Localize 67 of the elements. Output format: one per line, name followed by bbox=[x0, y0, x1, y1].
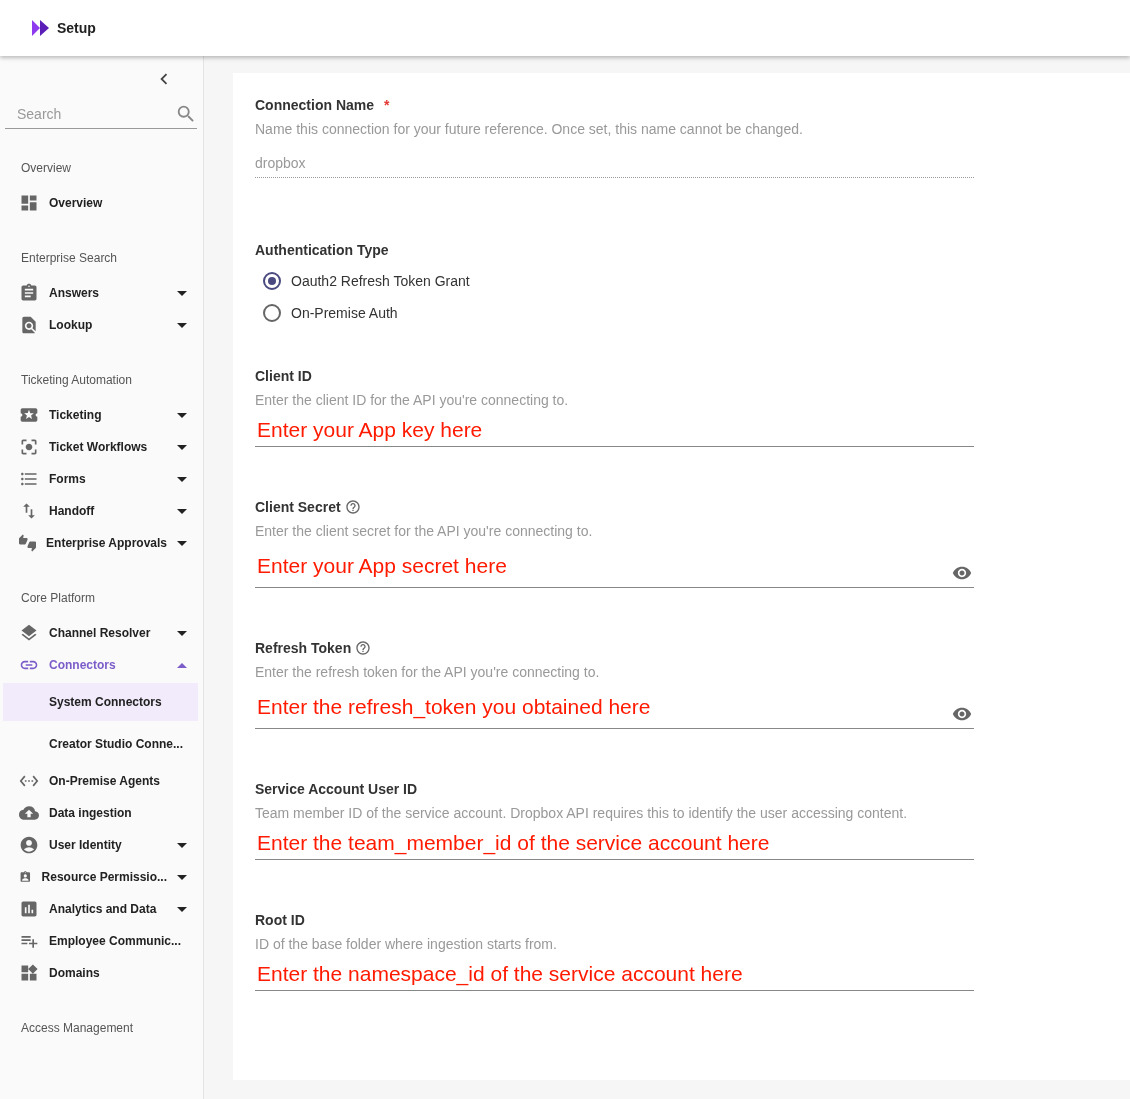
field-value: Enter the refresh_token you obtained here bbox=[257, 695, 652, 719]
nav-item[interactable]: Connectors bbox=[0, 649, 203, 681]
field-label: Authentication Type bbox=[255, 242, 389, 258]
nav-item[interactable]: Resource Permissio... bbox=[0, 861, 203, 893]
section-heading: Ticketing Automation bbox=[20, 372, 133, 389]
required-asterisk: * bbox=[384, 97, 390, 113]
thumbs-icon bbox=[19, 533, 37, 553]
field-value: Enter the namespace_id of the service account here bbox=[257, 962, 744, 986]
nav-item[interactable]: Data ingestion bbox=[0, 797, 203, 829]
help-icon[interactable] bbox=[344, 499, 361, 515]
field-label: Root ID bbox=[255, 912, 305, 928]
section-heading: Overview bbox=[20, 160, 72, 177]
nav-item[interactable]: Lookup bbox=[0, 309, 203, 341]
field-value: Enter your App secret here bbox=[257, 554, 508, 578]
dashboard-icon bbox=[19, 193, 39, 213]
nav-subitem[interactable]: System Connectors bbox=[3, 683, 198, 721]
section-heading: Access Management bbox=[20, 1020, 135, 1037]
nav-item[interactable]: On-Premise Agents bbox=[0, 765, 203, 797]
nav-item[interactable]: Analytics and Data bbox=[0, 893, 203, 925]
nav-item[interactable]: Channel Resolver bbox=[0, 617, 203, 649]
field-label: Refresh Token bbox=[255, 640, 352, 656]
nav-item[interactable]: Handoff bbox=[0, 495, 203, 527]
radio-button[interactable] bbox=[263, 272, 281, 290]
search-field[interactable]: Search bbox=[5, 105, 175, 123]
input-field[interactable]: Enter the namespace_id of the service account here bbox=[255, 952, 974, 991]
nav-item[interactable]: User Identity bbox=[0, 829, 203, 861]
cloud-upload-icon bbox=[19, 803, 39, 823]
nav-subitem[interactable]: Creator Studio Conne... bbox=[3, 725, 198, 763]
field-label: Client Secret bbox=[255, 499, 341, 515]
input-field[interactable]: Enter the refresh_token you obtained here bbox=[255, 680, 974, 729]
radio-label: On-Premise Auth bbox=[291, 305, 398, 321]
document-search-icon bbox=[19, 315, 39, 335]
nav-item[interactable]: Overview bbox=[0, 187, 203, 219]
field-description: Enter the client secret for the API you're connecting to. bbox=[255, 523, 594, 539]
field-description: Enter the refresh token for the API you're connecting to. bbox=[255, 664, 601, 680]
field-description: Name this connection for your future reference. Once set, this name cannot be changed. bbox=[255, 121, 804, 137]
nav-item[interactable]: Ticketing bbox=[0, 399, 203, 431]
input-field[interactable]: Enter the team_member_id of the service account here bbox=[255, 821, 974, 860]
field-value: Enter the team_member_id of the service account here bbox=[257, 831, 771, 855]
help-icon[interactable] bbox=[355, 640, 372, 656]
bar-chart-icon bbox=[19, 899, 39, 919]
widgets-icon bbox=[19, 963, 39, 983]
radio-label: Oauth2 Refresh Token Grant bbox=[291, 273, 470, 289]
clipboard-icon bbox=[19, 283, 39, 303]
field-label: Client ID bbox=[255, 368, 312, 384]
radio-button[interactable] bbox=[263, 304, 281, 322]
nav-item[interactable]: Answers bbox=[0, 277, 203, 309]
layers-icon bbox=[19, 623, 39, 643]
field-description: ID of the base folder where ingestion starts from. bbox=[255, 936, 558, 952]
section-heading: Core Platform bbox=[20, 590, 97, 607]
nav-item[interactable]: Employee Communic... bbox=[0, 925, 203, 957]
input-field[interactable]: Enter your App key here bbox=[255, 408, 974, 447]
field-description: Enter the client ID for the API you're connecting to. bbox=[255, 392, 570, 408]
search-icon bbox=[175, 103, 197, 125]
field-label: Connection Name bbox=[255, 97, 374, 113]
ticket-icon bbox=[19, 405, 39, 425]
nav-item[interactable]: Enterprise Approvals bbox=[0, 527, 203, 559]
nav-item[interactable]: Forms bbox=[0, 463, 203, 495]
logo-icon bbox=[32, 20, 49, 36]
field-description: Team member ID of the service account. Dropbox API requires this to identify the user accessing content. bbox=[255, 805, 909, 821]
nav-item[interactable]: Ticket Workflows bbox=[0, 431, 203, 463]
input-field[interactable]: Enter your App secret here bbox=[255, 539, 974, 588]
field-value: Enter your App key here bbox=[257, 418, 484, 442]
nav-item[interactable]: Domains bbox=[0, 957, 203, 989]
section-heading: Enterprise Search bbox=[20, 250, 119, 267]
app-title: Setup bbox=[57, 20, 96, 36]
field-label: Service Account User ID bbox=[255, 781, 418, 797]
